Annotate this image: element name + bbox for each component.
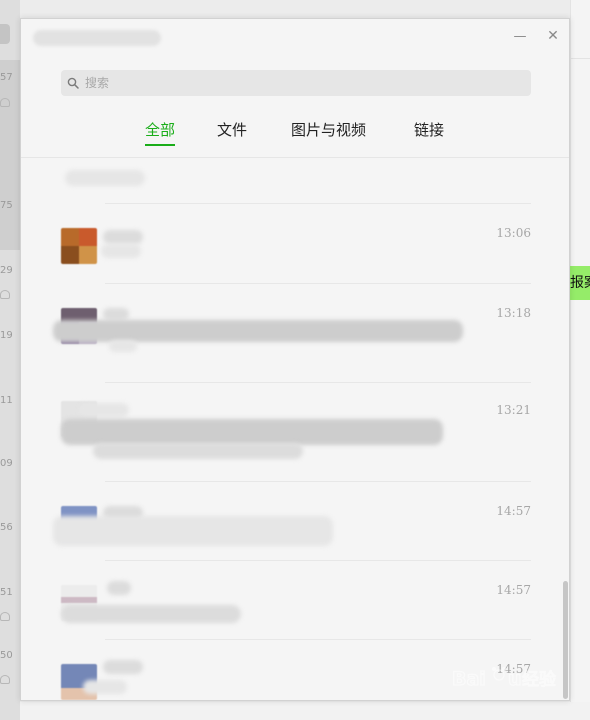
background-contact-list: 57 75 29 19 11 09 56 51 50	[0, 0, 20, 720]
list-item[interactable]: 13:06	[21, 204, 569, 284]
blurred-sender-name	[79, 403, 129, 417]
mute-bell-icon	[0, 98, 10, 107]
blurred-message-text	[109, 340, 137, 352]
minimize-button[interactable]: —	[509, 25, 531, 47]
background-count: 29	[0, 265, 13, 276]
message-time: 14:57	[496, 583, 531, 597]
background-count: 19	[0, 330, 13, 341]
message-time: 13:18	[496, 306, 531, 320]
baidu-jingyan-watermark-logo: Bai u 经验	[452, 667, 557, 691]
chat-history-window: — ✕ 全部 文件 图片与视频 链接 13	[20, 18, 570, 701]
blurred-sender-name	[103, 308, 129, 320]
background-chat-panel	[570, 0, 590, 720]
message-time: 14:57	[496, 504, 531, 518]
blurred-message-text	[61, 419, 443, 445]
list-item[interactable]: 14:57	[21, 561, 569, 640]
tab-files[interactable]: 文件	[217, 119, 247, 149]
list-item[interactable]: 14:57	[21, 482, 569, 561]
scrollbar-thumb[interactable]	[563, 581, 568, 699]
avatar	[61, 228, 97, 264]
blurred-message-text	[93, 443, 303, 459]
background-count: 50	[0, 650, 13, 661]
background-count: 56	[0, 522, 13, 533]
tab-links[interactable]: 链接	[414, 119, 444, 149]
message-time: 13:21	[496, 403, 531, 417]
list-item[interactable]	[21, 158, 569, 204]
svg-text:u: u	[508, 668, 522, 690]
window-title-blurred	[33, 30, 161, 46]
message-list: 13:06 13:18 13:21 14:57 14:57 14:57	[21, 158, 569, 700]
background-divider	[571, 58, 590, 59]
svg-text:经验: 经验	[522, 670, 556, 690]
background-count: 51	[0, 587, 13, 598]
background-selected-contact	[0, 60, 20, 250]
tab-photos-videos[interactable]: 图片与视频	[291, 119, 366, 149]
search-icon	[67, 77, 79, 89]
close-button[interactable]: ✕	[542, 25, 564, 47]
blurred-message-text	[101, 244, 141, 258]
tab-all[interactable]: 全部	[145, 119, 176, 149]
mute-bell-icon	[0, 612, 10, 621]
blurred-sender-name	[103, 660, 143, 674]
background-count: 11	[0, 395, 13, 406]
blurred-message-text	[65, 170, 145, 186]
search-box[interactable]	[61, 70, 531, 96]
background-count: 09	[0, 458, 13, 469]
svg-text:Bai: Bai	[452, 668, 486, 690]
blurred-sender-name	[103, 230, 143, 244]
mute-bell-icon	[0, 290, 10, 299]
background-count: 57	[0, 72, 13, 83]
background-count: 75	[0, 200, 13, 211]
blurred-message-text	[83, 680, 127, 694]
blurred-sender-name	[107, 581, 131, 595]
message-time: 13:06	[496, 226, 531, 240]
blurred-message-text	[61, 605, 241, 623]
search-input[interactable]	[85, 76, 525, 90]
list-item[interactable]: 13:21	[21, 383, 569, 482]
background-footer	[20, 702, 590, 720]
filter-tabs: 全部 文件 图片与视频 链接	[21, 119, 569, 149]
background-chat-bubble: 报案	[567, 266, 590, 300]
blurred-message-text	[53, 320, 463, 342]
background-tab-marker	[0, 24, 10, 44]
mute-bell-icon	[0, 675, 10, 684]
blurred-message-text	[53, 516, 333, 546]
list-item[interactable]: 13:18	[21, 284, 569, 383]
